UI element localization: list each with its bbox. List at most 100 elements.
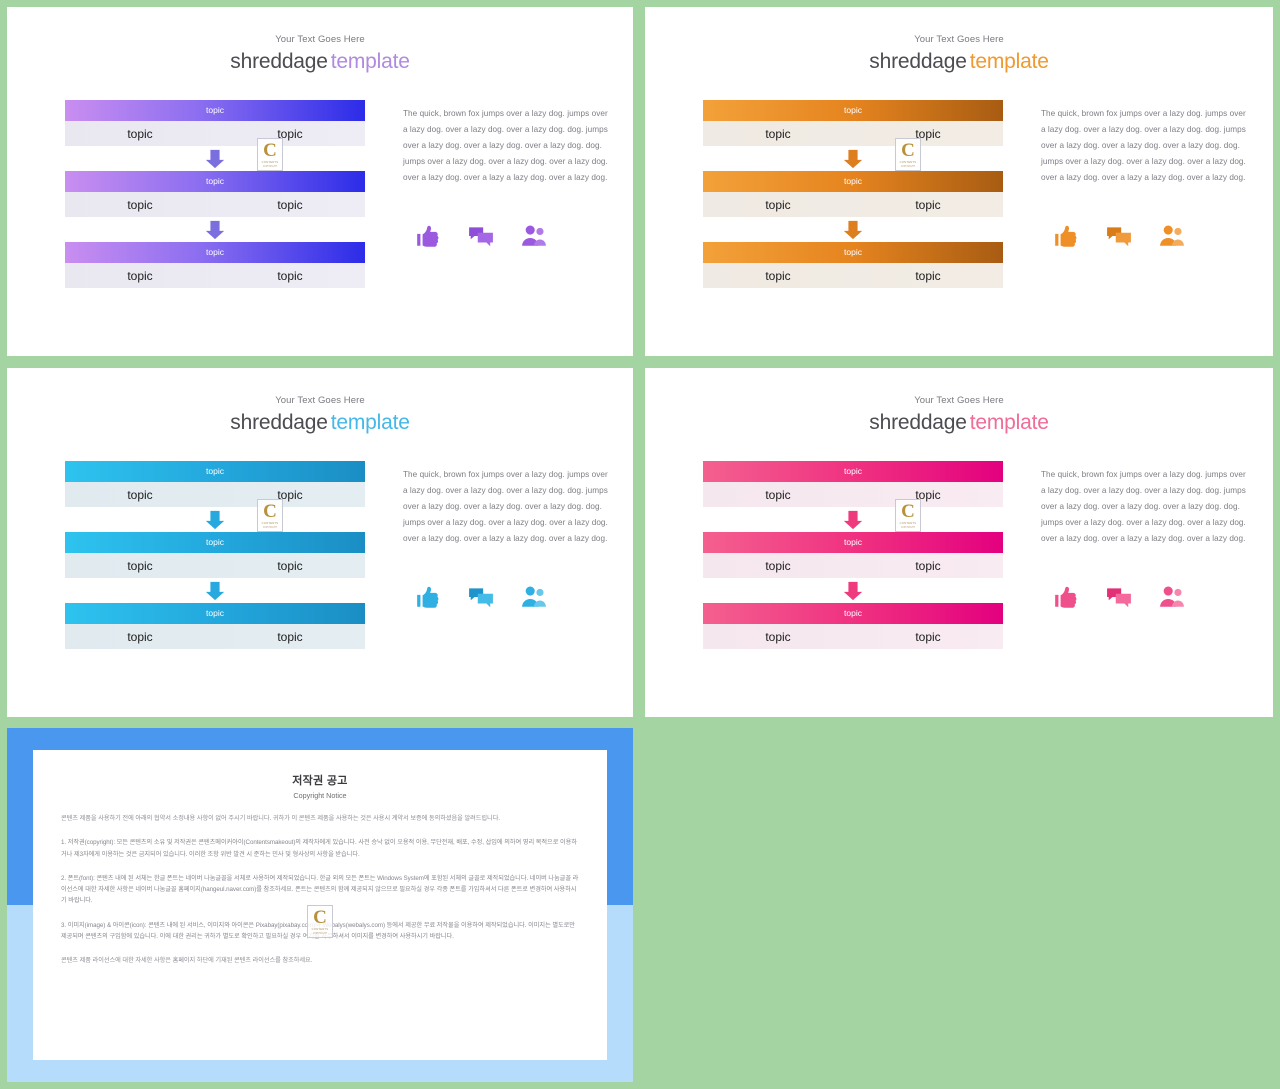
topic-label-right: topic [277,197,303,212]
copyright-document: 저작권 공고 Copyright Notice 콘텐츠 제품을 사용하기 전에 … [33,750,607,1060]
copyright-paragraph-2: 2. 폰트(font): 콘텐츠 내에 된 서체는 한글 폰트는 네이버 나눔글… [61,874,579,905]
slide-content: topic topic topic topic topic topic topi… [7,100,633,288]
eyebrow-text: Your Text Goes Here [275,34,365,45]
topic-flow-chart: topic topic topic topic topic topic topi… [703,461,1003,649]
topic-label-right: topic [915,487,941,502]
arrow-down-icon [842,509,864,531]
title-main: shreddage [869,50,967,73]
copyright-paragraph-outro: 콘텐츠 제품 라이선스에 대한 자세한 사항은 홈페이지 하단에 기재된 콘텐츠… [61,957,313,965]
thumbs-up-icon[interactable] [415,584,441,610]
topic-label-left: topic [127,629,153,644]
topic-label-right: topic [277,126,303,141]
topic-flow-chart: topic topic topic topic topic topic topi… [703,100,1003,288]
topic-label-left: topic [127,558,153,573]
topic-label-right: topic [915,126,941,141]
title-accent: template [330,411,410,434]
flow-arrow-1 [65,507,365,532]
icon-row [403,584,611,610]
arrow-down-icon [204,219,226,241]
topic-header-bar: topic [65,461,365,482]
topic-group[interactable]: topic topic topic [65,100,365,146]
body-copy: The quick, brown fox jumps over a lazy d… [1041,109,1246,182]
slide-content: topic topic topic topic topic topic topi… [645,100,1273,288]
topic-label-right: topic [277,558,303,573]
topic-header-bar: topic [703,242,1003,263]
topic-group[interactable]: topic topic topic [65,603,365,649]
thumbs-up-icon[interactable] [415,223,441,249]
title-accent: template [969,50,1049,73]
topic-label-left: topic [127,197,153,212]
topic-label-left: topic [127,268,153,283]
people-icon[interactable] [1159,584,1185,610]
arrow-down-icon [842,580,864,602]
flow-arrow-1 [703,507,1003,532]
title-main: shreddage [869,411,967,434]
chat-bubbles-icon[interactable] [1106,223,1132,249]
topic-group[interactable]: topic topic topic [703,603,1003,649]
topic-header-bar: topic [65,242,365,263]
topic-label-left: topic [765,558,791,573]
topic-sub-bar: topic topic [65,192,365,217]
slide-pink[interactable]: Your Text Goes Here shreddage template to… [645,368,1273,717]
people-icon[interactable] [1159,223,1185,249]
slide-grid: Your Text Goes Here shreddage template to… [0,0,1280,1089]
arrow-down-icon [204,509,226,531]
topic-sub-bar: topic topic [65,263,365,288]
topic-header-bar: topic [703,100,1003,121]
topic-label-left: topic [765,197,791,212]
slide-content: topic topic topic topic topic topic topi… [7,461,633,649]
thumbs-up-icon[interactable] [1053,584,1079,610]
description-column: The quick, brown fox jumps over a lazy d… [365,461,611,649]
slide-purple[interactable]: Your Text Goes Here shreddage template to… [7,7,633,356]
topic-group[interactable]: topic topic topic [703,242,1003,288]
chat-bubbles-icon[interactable] [468,223,494,249]
topic-sub-bar: topic topic [703,482,1003,507]
topic-sub-bar: topic topic [703,192,1003,217]
copyright-paragraph-1: 1. 저작권(copyright): 모든 콘텐츠의 소유 및 저작권은 콘텐츠… [61,839,577,858]
page-title: shreddage template [645,411,1273,435]
chat-bubbles-icon[interactable] [468,584,494,610]
topic-sub-bar: topic topic [703,121,1003,146]
people-icon[interactable] [521,584,547,610]
copyright-title: 저작권 공고 [292,775,348,787]
topic-header-bar: topic [65,532,365,553]
topic-group[interactable]: topic topic topic [703,100,1003,146]
title-accent: template [330,50,410,73]
topic-header-bar: topic [703,171,1003,192]
people-icon[interactable] [521,223,547,249]
topic-group[interactable]: topic topic topic [65,171,365,217]
chat-bubbles-icon[interactable] [1106,584,1132,610]
arrow-down-icon [842,148,864,170]
flow-arrow-2 [703,217,1003,242]
topic-label-right: topic [915,197,941,212]
topic-group[interactable]: topic topic topic [703,461,1003,507]
topic-sub-bar: topic topic [703,263,1003,288]
topic-label-right: topic [277,268,303,283]
topic-group[interactable]: topic topic topic [703,532,1003,578]
page-title: shreddage template [7,411,633,435]
slide-copyright-notice[interactable]: 저작권 공고 Copyright Notice 콘텐츠 제품을 사용하기 전에 … [7,728,633,1082]
topic-label-left: topic [127,487,153,502]
flow-arrow-2 [65,217,365,242]
slide-content: topic topic topic topic topic topic topi… [645,461,1273,649]
topic-label-left: topic [765,268,791,283]
topic-sub-bar: topic topic [703,624,1003,649]
topic-group[interactable]: topic topic topic [703,171,1003,217]
slide-blue[interactable]: Your Text Goes Here shreddage template to… [7,368,633,717]
topic-label-right: topic [915,268,941,283]
slide-orange[interactable]: Your Text Goes Here shreddage template to… [645,7,1273,356]
topic-group[interactable]: topic topic topic [65,532,365,578]
icon-row [1041,223,1251,249]
topic-group[interactable]: topic topic topic [65,242,365,288]
topic-header-bar: topic [703,603,1003,624]
topic-flow-chart: topic topic topic topic topic topic topi… [65,100,365,288]
topic-label-left: topic [765,629,791,644]
description-column: The quick, brown fox jumps over a lazy d… [1003,461,1251,649]
eyebrow-text: Your Text Goes Here [275,395,365,406]
arrow-down-icon [204,148,226,170]
topic-group[interactable]: topic topic topic [65,461,365,507]
thumbs-up-icon[interactable] [1053,223,1079,249]
body-copy: The quick, brown fox jumps over a lazy d… [1041,470,1246,543]
copyright-paragraph-intro: 콘텐츠 제품을 사용하기 전에 아래의 협약서 소정내용 사항이 없어 주시기 … [61,815,501,822]
topic-sub-bar: topic topic [703,553,1003,578]
